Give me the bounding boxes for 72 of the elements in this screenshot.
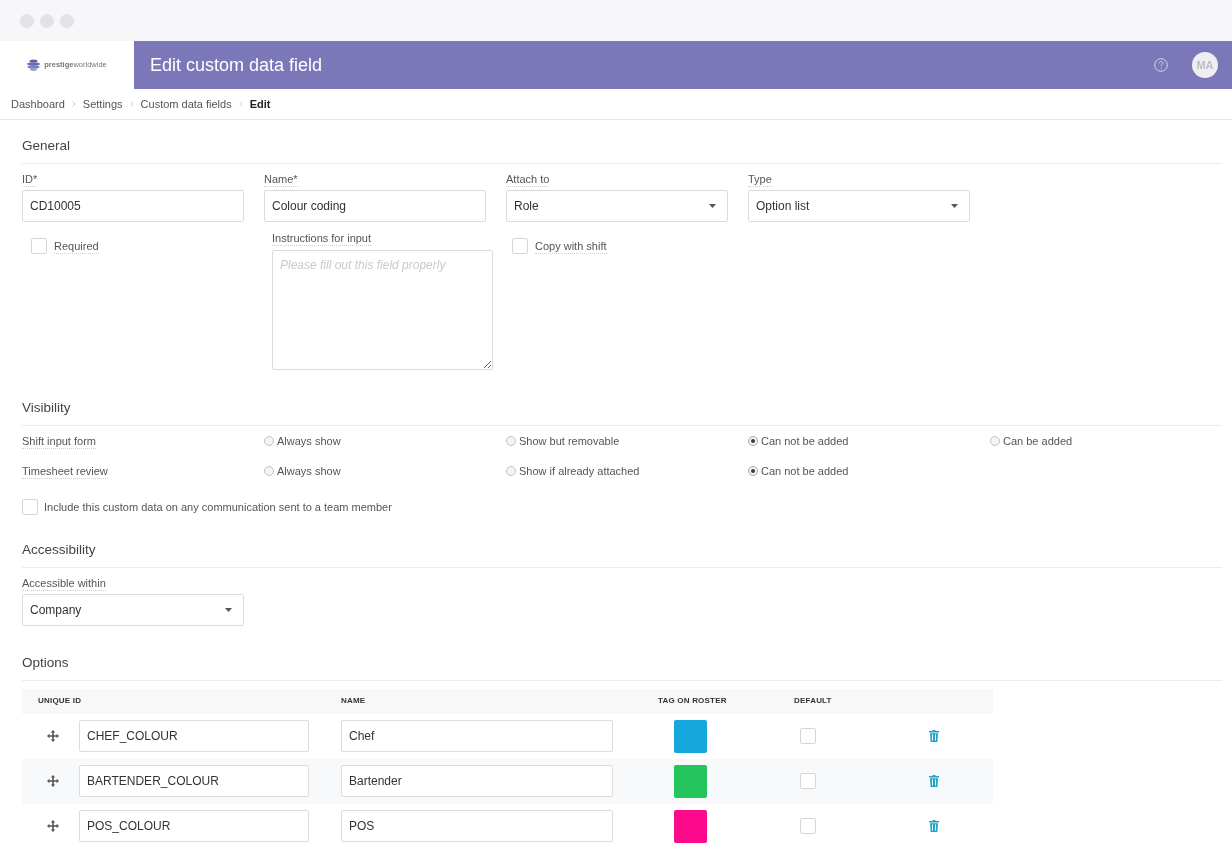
radio-label: Can not be added (761, 433, 849, 449)
input-field[interactable]: POS (341, 810, 613, 842)
checkbox[interactable] (800, 773, 816, 789)
column-header: UNIQUE ID (38, 696, 82, 705)
radio-label: Show if already attached (519, 463, 640, 479)
radio-button[interactable] (748, 466, 758, 476)
checkbox-label: Copy with shift (535, 238, 607, 254)
radio-button[interactable] (264, 466, 274, 476)
breadcrumb-link[interactable]: Settings (82, 95, 123, 113)
radio-button[interactable] (506, 466, 516, 476)
checkbox[interactable] (22, 499, 38, 516)
move-icon[interactable] (47, 820, 59, 832)
chevron-icon (71, 101, 76, 107)
section-heading: Accessibility (22, 540, 96, 559)
checkbox-label: Include this custom data on any communication sent to a team member (44, 500, 392, 515)
input-field[interactable]: Chef (341, 720, 613, 752)
checkbox-label: Required (54, 238, 99, 254)
radio-label: Show but removable (519, 433, 620, 449)
swatch-icon[interactable] (674, 764, 707, 798)
input-field[interactable]: CD10005 (22, 190, 244, 222)
caret-icon (709, 204, 716, 208)
row-label: Timesheet review (22, 463, 108, 479)
column-header: DEFAULT (794, 696, 832, 705)
chevron-icon (129, 101, 134, 107)
input-field[interactable]: Colour coding (264, 190, 486, 222)
trash-icon[interactable] (929, 820, 939, 832)
checkbox[interactable] (800, 728, 816, 744)
breadcrumb-link[interactable]: Edit (249, 95, 271, 113)
breadcrumb-link[interactable]: Dashboard (11, 95, 65, 113)
caret-icon (225, 607, 232, 612)
swatch-icon[interactable] (674, 809, 707, 843)
radio-label: Always show (277, 463, 341, 479)
caret-icon (951, 204, 958, 208)
move-icon[interactable] (47, 775, 59, 787)
input-field[interactable]: BARTENDER_COLOUR (79, 765, 309, 797)
select-field[interactable]: Company (22, 593, 244, 626)
trash-icon[interactable] (929, 775, 939, 787)
radio-button[interactable] (506, 436, 516, 446)
input-field[interactable]: Bartender (341, 765, 613, 797)
field-label: Instructions for input (272, 231, 372, 246)
help-icon[interactable] (1154, 58, 1168, 72)
checkbox[interactable] (512, 238, 528, 254)
column-header: TAG ON ROSTER (658, 696, 727, 705)
checkbox[interactable] (31, 238, 47, 254)
field-label: Accessible within (22, 575, 106, 591)
column-header: NAME (341, 696, 366, 705)
field-label: ID* (22, 172, 38, 187)
breadcrumb-link[interactable]: Custom data fields (140, 95, 232, 113)
radio-label: Always show (277, 433, 341, 449)
field-label: Name* (264, 172, 298, 187)
move-icon[interactable] (47, 730, 59, 742)
trash-icon[interactable] (929, 730, 939, 742)
radio-label: Can not be added (761, 463, 849, 479)
logo-icon (27, 59, 41, 71)
row-label: Shift input form (22, 433, 96, 449)
select-field[interactable]: Role (506, 190, 728, 222)
field-label: Attach to (506, 172, 550, 187)
swatch-icon[interactable] (674, 719, 707, 753)
radio-button[interactable] (264, 436, 274, 446)
section-heading: Options (22, 653, 69, 672)
section-heading: General (22, 137, 71, 155)
select-field[interactable]: Option list (748, 190, 970, 222)
radio-button[interactable] (990, 436, 1000, 446)
field-label: Type (748, 172, 772, 187)
input-field[interactable]: CHEF_COLOUR (79, 720, 309, 752)
radio-button[interactable] (748, 436, 758, 446)
section-heading: Visibility (22, 399, 71, 417)
page-title: Edit custom data field (150, 53, 323, 77)
input-field[interactable]: POS_COLOUR (79, 810, 309, 842)
checkbox[interactable] (800, 818, 816, 834)
radio-label: Can be added (1003, 433, 1073, 449)
chevron-icon (238, 101, 243, 107)
